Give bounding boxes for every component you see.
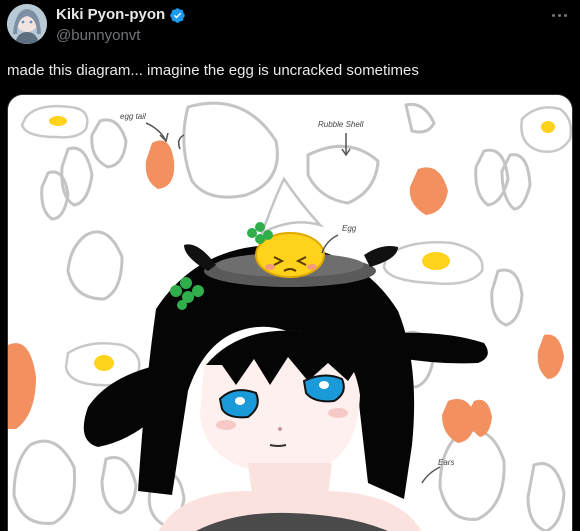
egg-diagram-drawing: egg tail Rubble Shell Egg Ears	[8, 95, 572, 531]
display-name-row: Kiki Pyon-pyon	[56, 5, 186, 25]
display-name[interactable]: Kiki Pyon-pyon	[56, 5, 165, 25]
avatar[interactable]	[7, 4, 47, 44]
handle[interactable]: @bunnyonvt	[56, 26, 140, 46]
avatar-image	[7, 4, 47, 44]
post-text: made this diagram... imagine the egg is …	[7, 62, 419, 79]
post-image[interactable]: egg tail Rubble Shell Egg Ears	[7, 94, 573, 531]
annotation-egg-tail: egg tail	[120, 112, 146, 121]
annotation-egg: Egg	[342, 224, 357, 233]
more-options-icon[interactable]	[548, 6, 570, 24]
post: Kiki Pyon-pyon @bunnyonvt made this diag…	[0, 0, 580, 531]
annotation-ears: Ears	[438, 458, 454, 467]
verified-badge-icon	[170, 7, 185, 23]
annotation-rubble-shell: Rubble Shell	[318, 120, 364, 129]
